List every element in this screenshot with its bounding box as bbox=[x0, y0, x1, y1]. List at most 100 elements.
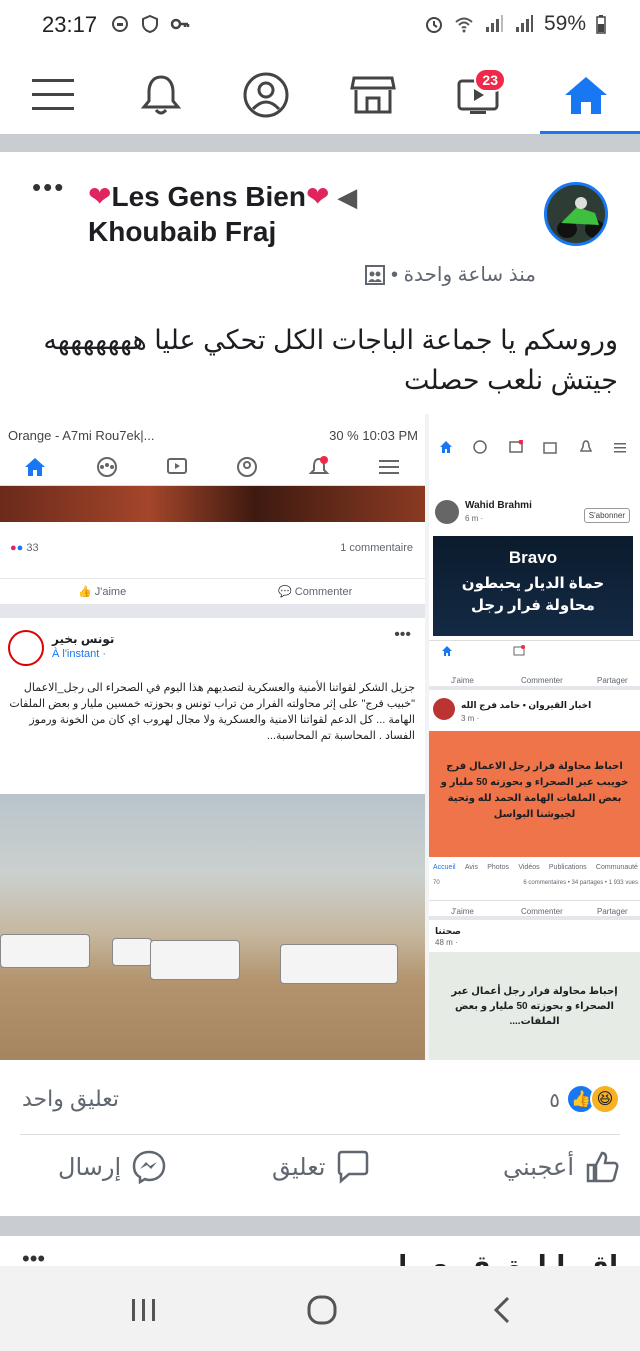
ls-reaction-count: 33 bbox=[26, 542, 39, 554]
comment-icon bbox=[338, 1150, 369, 1184]
ls-separator bbox=[0, 604, 425, 618]
heart-icon: ❤ bbox=[88, 181, 112, 212]
ls-bell-icon bbox=[308, 456, 330, 474]
rs-card1-header: Wahid Brahmi 6 m · S'abonner bbox=[435, 500, 634, 530]
rs-card3-name: صحتنا bbox=[435, 926, 461, 936]
ls-video-icon bbox=[167, 458, 187, 474]
like-button[interactable]: أعجبني bbox=[503, 1149, 620, 1185]
rs-dark-image: Bravo حماة الديار يحبطون محاولة فرار رجل bbox=[433, 536, 633, 636]
post-time[interactable]: منذ ساعة واحدة • bbox=[391, 262, 536, 287]
post-image[interactable]: Orange - A7mi Rou7ek|... 30 % 10:03 PM ●… bbox=[0, 414, 640, 1060]
ls-like-icon: ● bbox=[16, 542, 24, 554]
rs-dark-line3: محاولة فرار رجل bbox=[471, 597, 595, 614]
comment-button[interactable]: تعليق bbox=[272, 1149, 371, 1185]
ls-comment-action: 💬 Commenter bbox=[278, 586, 353, 598]
rs-card2-avatar bbox=[433, 698, 455, 720]
rs-tab-4: Publications bbox=[548, 864, 587, 871]
send-label: إرسال bbox=[58, 1153, 122, 1181]
rs-reactions-small: 70 bbox=[433, 880, 440, 886]
recent-apps-button[interactable] bbox=[124, 1294, 164, 1326]
post-text-line-2: جيتش نلعب حصلت bbox=[404, 365, 618, 395]
comment-label: تعليق bbox=[272, 1153, 326, 1181]
ls-comment-label: Commenter bbox=[294, 586, 353, 598]
ls-profile-icon bbox=[237, 457, 257, 477]
author-avatar[interactable] bbox=[544, 182, 608, 246]
post-group-line[interactable]: ❤Les Gens Bien❤ ◀ bbox=[88, 180, 357, 213]
profile-button[interactable] bbox=[236, 66, 296, 124]
ls-comment-count: 1 commentaire bbox=[340, 542, 413, 554]
rs-stats: 70 6 commentaires • 34 partages • 1 933 … bbox=[433, 880, 638, 892]
ls-home-icon bbox=[25, 458, 45, 476]
rs-orange-card: احباط محاولة فرار رجل الاعمال فرج خويبب … bbox=[429, 731, 640, 857]
notifications-button[interactable] bbox=[131, 66, 191, 124]
menu-icon bbox=[32, 79, 74, 110]
post-actions: أعجبني تعليق إرسال bbox=[20, 1134, 620, 1200]
group-name[interactable]: Les Gens Bien bbox=[111, 181, 306, 212]
send-button[interactable]: إرسال bbox=[58, 1149, 167, 1185]
rs-page-tabs: Accueil Avis Photos Vidéos Publications … bbox=[433, 864, 638, 880]
rs-share-2: Partager bbox=[597, 907, 628, 916]
watch-button[interactable]: 23 bbox=[448, 66, 508, 124]
rs-shares-small: 6 commentaires • 34 partages • 1 933 vue… bbox=[523, 880, 638, 886]
back-button[interactable] bbox=[482, 1294, 522, 1326]
rs-comment-1: Commenter bbox=[521, 676, 563, 685]
status-bar: 23:17 59% bbox=[0, 0, 640, 50]
rs-tab-1: Avis bbox=[464, 864, 478, 871]
rs-like-2: J'aime bbox=[451, 907, 474, 916]
ls-post-text: جزيل الشكر لقواتنا الأمنية والعسكرية لتص… bbox=[9, 682, 415, 742]
reactions-summary: تعليق واحد ٥ 👍 😆 bbox=[0, 1080, 640, 1130]
reaction-count[interactable]: ٥ bbox=[549, 1088, 560, 1113]
author-name[interactable]: Khoubaib Fraj bbox=[88, 216, 276, 248]
rs-mini-video-icon bbox=[513, 645, 525, 656]
ls-options-icon: ••• bbox=[394, 626, 411, 643]
signal-icon-2 bbox=[515, 15, 533, 32]
ls-like-label: J'aime bbox=[94, 586, 127, 598]
back-icon bbox=[493, 1296, 510, 1324]
rs-store-icon bbox=[543, 442, 557, 454]
rs-tab-2: Photos bbox=[487, 864, 510, 871]
shield-icon bbox=[142, 14, 158, 34]
rs-actions-2: J'aime Commenter Partager bbox=[429, 900, 640, 920]
rs-tab-0: Accueil bbox=[433, 864, 456, 871]
rs-light-card: إحباط محاولة فرار رجل أعمال عبر الصحراء … bbox=[429, 952, 640, 1060]
group-audience-icon bbox=[365, 264, 386, 285]
signal-icon bbox=[485, 15, 503, 32]
android-navigation-bar bbox=[0, 1266, 640, 1351]
rs-like-1: J'aime bbox=[451, 676, 474, 685]
comment-count[interactable]: تعليق واحد bbox=[22, 1086, 119, 1112]
battery-level: 59% bbox=[543, 12, 586, 35]
rs-navbar bbox=[429, 434, 640, 458]
marketplace-button[interactable] bbox=[343, 66, 403, 124]
ls-actions: 👍 J'aime 💬 Commenter bbox=[0, 578, 425, 602]
home-button[interactable] bbox=[556, 66, 616, 124]
next-post-options-icon[interactable]: ••• bbox=[22, 1246, 45, 1266]
post-meta: منذ ساعة واحدة • bbox=[365, 262, 536, 287]
vehicle bbox=[150, 940, 240, 980]
ls-like-action: 👍 J'aime bbox=[78, 586, 127, 598]
rs-share-1: Partager bbox=[597, 676, 628, 685]
ls-carrier: Orange - A7mi Rou7ek|... bbox=[8, 428, 155, 443]
menu-button[interactable] bbox=[23, 66, 83, 124]
motorcycle-photo bbox=[547, 185, 605, 243]
ls-reactions: ●● 33 bbox=[10, 542, 39, 554]
ls-page-time: À l'instant · bbox=[52, 648, 107, 660]
next-post-partial: ••• اقـ باـارة ـقـ ـعـ ـا bbox=[0, 1236, 640, 1266]
rs-video-icon bbox=[509, 440, 523, 453]
vehicle bbox=[280, 944, 398, 984]
rs-card2-time: 3 m · bbox=[461, 714, 480, 723]
reaction-icons[interactable]: 👍 😆 bbox=[566, 1084, 620, 1114]
top-navigation: 23 bbox=[0, 50, 640, 134]
rs-home-icon bbox=[440, 441, 452, 453]
left-screenshot: Orange - A7mi Rou7ek|... 30 % 10:03 PM ●… bbox=[0, 414, 425, 1060]
haha-reaction-icon: 😆 bbox=[590, 1084, 620, 1114]
alarm-icon bbox=[425, 17, 442, 33]
sync-icon bbox=[112, 16, 128, 32]
home-circle-button[interactable] bbox=[302, 1294, 342, 1326]
right-screenshot: Wahid Brahmi 6 m · S'abonner Bravo حماة … bbox=[429, 414, 640, 1060]
vehicle bbox=[0, 934, 90, 968]
post-options-icon[interactable]: ••• bbox=[32, 172, 65, 203]
post-text: وروسكم يا جماعة الباجات الكل تحكي عليا ه… bbox=[18, 320, 618, 400]
desert-vehicles-photo bbox=[0, 794, 425, 1060]
shared-to-arrow-icon: ◀ bbox=[337, 182, 358, 212]
home-circle-icon bbox=[307, 1295, 337, 1325]
